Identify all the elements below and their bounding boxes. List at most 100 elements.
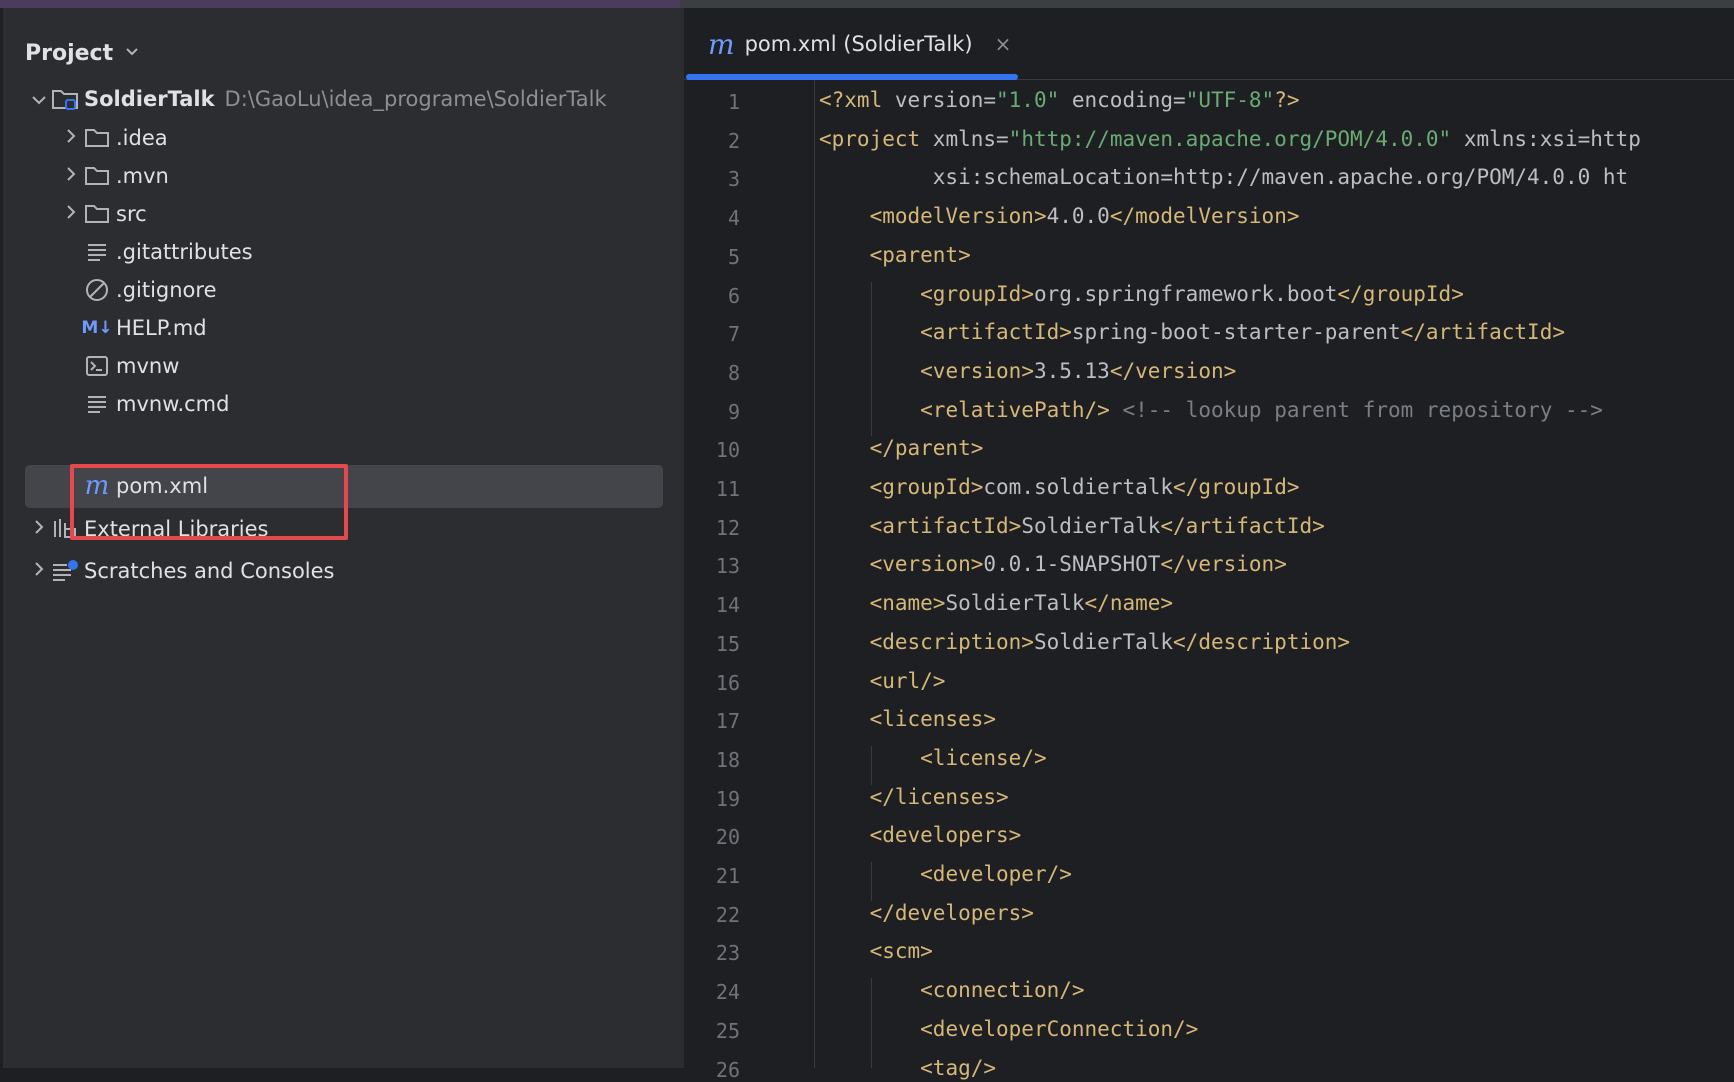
line-number: 1 xyxy=(727,90,740,114)
line-number: 4 xyxy=(727,206,740,231)
chevron-right-icon[interactable] xyxy=(28,561,50,581)
tree-item-gitignore[interactable]: .gitignore xyxy=(82,269,217,311)
close-icon[interactable]: × xyxy=(995,32,1012,56)
line-number: 23 xyxy=(715,941,740,966)
module-folder-icon xyxy=(50,84,80,114)
tree-item-mvn[interactable]: .mvn xyxy=(60,155,169,197)
code-line[interactable]: <scm> xyxy=(819,939,933,963)
tab-pom-xml[interactable]: m pom.xml (SoldierTalk) × xyxy=(686,8,1018,80)
terminal-icon xyxy=(82,351,112,381)
line-number: 25 xyxy=(715,1018,740,1043)
code-line[interactable]: <url/> xyxy=(819,669,946,693)
tree-item-mvnw[interactable]: mvnw xyxy=(82,345,179,387)
tree-item-mvnw-cmd[interactable]: mvnw.cmd xyxy=(82,383,229,425)
line-number: 3 xyxy=(727,167,740,192)
tree-item-label: Scratches and Consoles xyxy=(84,559,335,583)
tree-item-scratches-and-consoles[interactable]: Scratches and Consoles xyxy=(28,550,335,592)
indent-guide xyxy=(814,204,815,1068)
code-line[interactable]: <connection/> xyxy=(819,978,1084,1002)
code-line[interactable]: xsi:schemaLocation=http://maven.apache.o… xyxy=(819,165,1628,189)
text-file-icon xyxy=(82,389,112,419)
tree-item-help-md[interactable]: M↓ HELP.md xyxy=(81,307,207,349)
code-line[interactable]: <groupId>com.soldiertalk</groupId> xyxy=(819,475,1300,499)
line-number: 15 xyxy=(715,631,740,656)
code-line[interactable]: <project xmlns="http://maven.apache.org/… xyxy=(819,127,1641,151)
code-line[interactable]: <version>0.0.1-SNAPSHOT</version> xyxy=(819,552,1287,576)
tree-item-gitattributes[interactable]: .gitattributes xyxy=(82,231,253,273)
tree-item-label: .gitignore xyxy=(116,278,217,302)
indent-guide xyxy=(871,978,872,1068)
indent-guide xyxy=(871,862,872,901)
code-line[interactable]: <licenses> xyxy=(819,707,996,731)
code-line[interactable]: <?xml version="1.0" encoding="UTF-8"?> xyxy=(819,88,1299,112)
line-number: 13 xyxy=(715,554,740,579)
tree-item-idea[interactable]: .idea xyxy=(60,117,168,159)
code-line[interactable]: <developerConnection/> xyxy=(819,1017,1198,1041)
chevron-right-icon[interactable] xyxy=(60,128,82,148)
code-line[interactable]: <name>SoldierTalk</name> xyxy=(819,591,1173,615)
editor-tab-bar: m pom.xml (SoldierTalk) × xyxy=(684,8,1734,80)
project-view-selector[interactable]: Project xyxy=(25,28,139,78)
line-number: 14 xyxy=(715,593,740,618)
folder-icon xyxy=(82,161,112,191)
indent-guide xyxy=(871,745,872,785)
top-bar-accent xyxy=(0,0,680,8)
editor-area: m pom.xml (SoldierTalk) × 1 <?xml version… xyxy=(684,8,1734,1082)
tab-label: pom.xml (SoldierTalk) xyxy=(744,32,973,56)
code-line[interactable]: <version>3.5.13</version> xyxy=(819,359,1236,383)
line-number: 24 xyxy=(715,980,740,1005)
tree-item-label: .mvn xyxy=(116,164,169,188)
code-line[interactable]: <artifactId>SoldierTalk</artifactId> xyxy=(819,514,1325,538)
folder-icon xyxy=(82,199,112,229)
code-line[interactable]: <license/> xyxy=(819,746,1046,770)
code-line[interactable]: </licenses> xyxy=(819,785,1009,809)
window-top-bar xyxy=(0,0,1734,8)
scratches-icon xyxy=(50,556,80,586)
tree-item-label: mvnw xyxy=(116,354,180,378)
line-number: 20 xyxy=(715,825,740,850)
line-number: 12 xyxy=(715,515,740,540)
line-number: 5 xyxy=(727,244,740,269)
maven-icon: m xyxy=(708,27,735,61)
tree-item-label: HELP.md xyxy=(116,316,207,340)
chevron-down-icon[interactable] xyxy=(28,90,50,109)
code-line[interactable]: <modelVersion>4.0.0</modelVersion> xyxy=(819,204,1300,228)
line-number: 16 xyxy=(715,670,740,695)
tree-item-label: mvnw.cmd xyxy=(116,392,230,416)
indent-guide xyxy=(871,281,872,437)
chevron-right-icon[interactable] xyxy=(28,519,50,539)
code-line[interactable]: <artifactId>spring-boot-starter-parent</… xyxy=(819,320,1565,344)
tree-root-soldiertalk[interactable]: SoldierTalk D:\GaoLu\idea_programe\Soldi… xyxy=(28,78,607,120)
line-number: 19 xyxy=(715,786,740,811)
line-number: 10 xyxy=(715,438,740,463)
tree-item-label: .idea xyxy=(116,126,168,150)
code-line[interactable]: <developer/> xyxy=(819,862,1072,886)
code-line[interactable]: <developers> xyxy=(819,823,1022,847)
text-file-icon xyxy=(82,237,112,267)
line-number: 2 xyxy=(727,128,740,153)
code-line[interactable]: </developers> xyxy=(819,901,1034,925)
code-line[interactable]: <relativePath/> <!-- lookup parent from … xyxy=(819,398,1603,422)
line-number: 22 xyxy=(715,902,740,927)
annotation-highlight-box xyxy=(70,464,348,540)
code-line[interactable]: </parent> xyxy=(819,436,984,460)
markdown-icon: M↓ xyxy=(81,318,113,338)
code-line[interactable]: <description>SoldierTalk</description> xyxy=(819,630,1350,654)
line-number: 6 xyxy=(727,283,740,308)
tree-item-label: src xyxy=(116,202,147,226)
line-number: 17 xyxy=(715,709,740,734)
tree-item-label: .gitattributes xyxy=(116,240,253,264)
root-path: D:\GaoLu\idea_programe\SoldierTalk xyxy=(224,87,607,111)
root-name: SoldierTalk xyxy=(84,87,215,111)
code-line[interactable]: <parent> xyxy=(819,243,971,267)
project-panel-title: Project xyxy=(25,40,114,66)
chevron-down-icon[interactable] xyxy=(125,45,139,61)
tree-item-src[interactable]: src xyxy=(60,193,147,235)
line-number: 18 xyxy=(715,747,740,772)
chevron-right-icon[interactable] xyxy=(60,166,82,186)
line-number: 21 xyxy=(715,864,740,888)
line-number: 8 xyxy=(727,360,740,385)
chevron-right-icon[interactable] xyxy=(60,204,82,224)
folder-icon xyxy=(82,123,112,153)
code-line[interactable]: <groupId>org.springframework.boot</group… xyxy=(819,282,1464,306)
